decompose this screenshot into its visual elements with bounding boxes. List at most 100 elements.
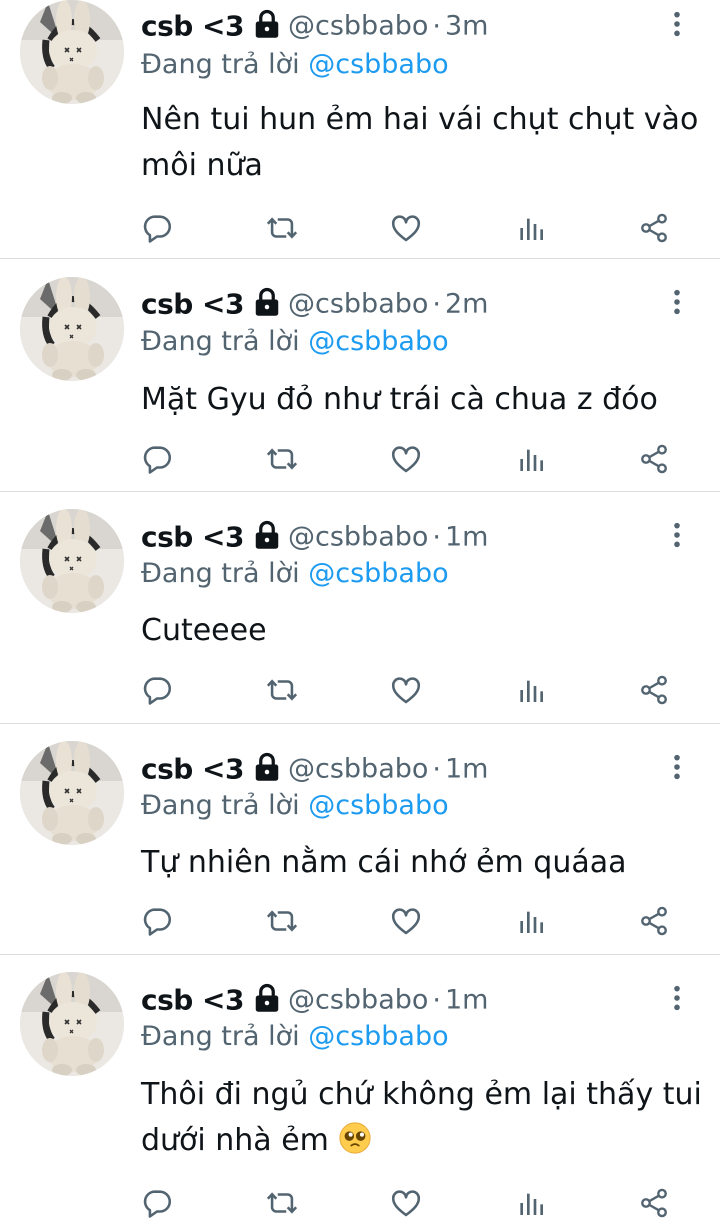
more-vertical-icon[interactable]: [662, 980, 692, 1016]
tweet-text: Tự nhiên nằm cái nhớ ẻm quáaa: [141, 840, 706, 886]
tweet-text: Nên tui hun ẻm hai vái chụt chụt vào môi…: [141, 97, 706, 189]
timestamp[interactable]: 2m: [445, 289, 488, 320]
reply-button[interactable]: [137, 901, 177, 941]
reply-icon: [140, 904, 174, 938]
user-handle[interactable]: @csbbabo: [288, 522, 428, 553]
share-icon: [638, 905, 670, 937]
timestamp[interactable]: 1m: [445, 985, 488, 1016]
heart-icon: [389, 442, 423, 476]
mention-link[interactable]: @csbbabo: [308, 790, 448, 821]
user-handle[interactable]: @csbbabo: [288, 289, 428, 320]
replying-prefix: Đang trả lời: [141, 1021, 300, 1052]
like-button[interactable]: [386, 1183, 426, 1223]
share-button[interactable]: [634, 1183, 674, 1223]
like-button[interactable]: [386, 439, 426, 479]
replying-to: Đang trả lời @csbbabo: [141, 46, 449, 84]
mention-link[interactable]: @csbbabo: [308, 558, 448, 589]
more-vertical-icon[interactable]: [662, 284, 692, 320]
views-button[interactable]: [511, 670, 551, 710]
separator-dot: ·: [432, 10, 441, 42]
views-button[interactable]: [511, 901, 551, 941]
like-button[interactable]: [386, 208, 426, 248]
tweet[interactable]: csb <3 @csbbabo · 1m Đang trả lời @csbbabo Cu…: [0, 492, 720, 724]
display-name[interactable]: csb <3: [141, 288, 245, 321]
avatar[interactable]: [20, 972, 124, 1076]
user-handle[interactable]: @csbbabo: [288, 11, 428, 42]
avatar[interactable]: [20, 277, 124, 381]
retweet-button[interactable]: [262, 208, 302, 248]
display-name[interactable]: csb <3: [141, 521, 245, 554]
avatar[interactable]: [20, 509, 124, 613]
tweet-header: csb <3 @csbbabo · 3m: [141, 4, 488, 48]
tweet-text-content: Cuteeee: [141, 613, 267, 648]
views-button[interactable]: [511, 1183, 551, 1223]
retweet-icon: [265, 1186, 299, 1220]
like-button[interactable]: [386, 901, 426, 941]
retweet-button[interactable]: [262, 1183, 302, 1223]
more-vertical-icon[interactable]: [662, 517, 692, 553]
like-button[interactable]: [386, 670, 426, 710]
user-handle[interactable]: @csbbabo: [288, 754, 428, 785]
views-button[interactable]: [511, 439, 551, 479]
avatar[interactable]: [20, 741, 124, 845]
reply-button[interactable]: [137, 208, 177, 248]
views-button[interactable]: [511, 208, 551, 248]
more-vertical-icon[interactable]: [662, 749, 692, 785]
tweet-text-content: Thôi đi ngủ chứ không ẻm lại thấy tui dư…: [141, 1077, 702, 1158]
lock-icon: [252, 983, 282, 1013]
lock-icon: [252, 287, 282, 317]
tweet-text: Mặt Gyu đỏ như trái cà chua z đóo: [141, 377, 706, 423]
mention-link[interactable]: @csbbabo: [308, 49, 448, 80]
tweet-text: Thôi đi ngủ chứ không ẻm lại thấy tui dư…: [141, 1072, 706, 1164]
replying-to: Đang trả lời @csbbabo: [141, 1018, 449, 1056]
user-handle[interactable]: @csbbabo: [288, 985, 428, 1016]
retweet-icon: [265, 442, 299, 476]
reply-button[interactable]: [137, 439, 177, 479]
heart-icon: [389, 673, 423, 707]
avatar[interactable]: [20, 0, 124, 104]
reply-button[interactable]: [137, 670, 177, 710]
display-name[interactable]: csb <3: [141, 10, 245, 43]
replying-prefix: Đang trả lời: [141, 49, 300, 80]
views-icon: [515, 905, 547, 937]
tweet[interactable]: csb <3 @csbbabo · 2m Đang trả lời @csbbabo Mặ…: [0, 259, 720, 492]
share-button[interactable]: [634, 901, 674, 941]
tweet[interactable]: csb <3 @csbbabo · 3m Đang trả lời @csbbabo Nê…: [0, 0, 720, 259]
separator-dot: ·: [432, 984, 441, 1016]
display-name[interactable]: csb <3: [141, 753, 245, 786]
replying-to: Đang trả lời @csbbabo: [141, 787, 449, 825]
share-button[interactable]: [634, 670, 674, 710]
views-icon: [515, 212, 547, 244]
timestamp[interactable]: 3m: [445, 11, 488, 42]
tweet-header: csb <3 @csbbabo · 1m: [141, 978, 488, 1022]
timestamp[interactable]: 1m: [445, 754, 488, 785]
reply-thread: csb <3 @csbbabo · 3m Đang trả lời @csbbabo Nê…: [0, 0, 720, 1218]
share-icon: [638, 674, 670, 706]
retweet-icon: [265, 211, 299, 245]
reply-icon: [140, 442, 174, 476]
tweet[interactable]: csb <3 @csbbabo · 1m Đang trả lời @csbbabo Tự…: [0, 724, 720, 955]
display-name[interactable]: csb <3: [141, 984, 245, 1017]
tweet-actions: [0, 1181, 720, 1225]
share-button[interactable]: [634, 208, 674, 248]
retweet-button[interactable]: [262, 439, 302, 479]
separator-dot: ·: [432, 288, 441, 320]
mention-link[interactable]: @csbbabo: [308, 326, 448, 357]
more-vertical-icon[interactable]: [662, 6, 692, 42]
reply-button[interactable]: [137, 1183, 177, 1223]
tweet[interactable]: csb <3 @csbbabo · 1m Đang trả lời @csbbabo Th…: [0, 955, 720, 1218]
tweet-actions: [0, 899, 720, 943]
pleading-face-emoji: [338, 1121, 372, 1155]
retweet-button[interactable]: [262, 901, 302, 941]
share-button[interactable]: [634, 439, 674, 479]
share-icon: [638, 443, 670, 475]
retweet-button[interactable]: [262, 670, 302, 710]
replying-prefix: Đang trả lời: [141, 558, 300, 589]
views-icon: [515, 1187, 547, 1219]
retweet-icon: [265, 904, 299, 938]
timestamp[interactable]: 1m: [445, 522, 488, 553]
heart-icon: [389, 1186, 423, 1220]
tweet-text-content: Mặt Gyu đỏ như trái cà chua z đóo: [141, 382, 658, 417]
tweet-header: csb <3 @csbbabo · 2m: [141, 282, 488, 326]
mention-link[interactable]: @csbbabo: [308, 1021, 448, 1052]
